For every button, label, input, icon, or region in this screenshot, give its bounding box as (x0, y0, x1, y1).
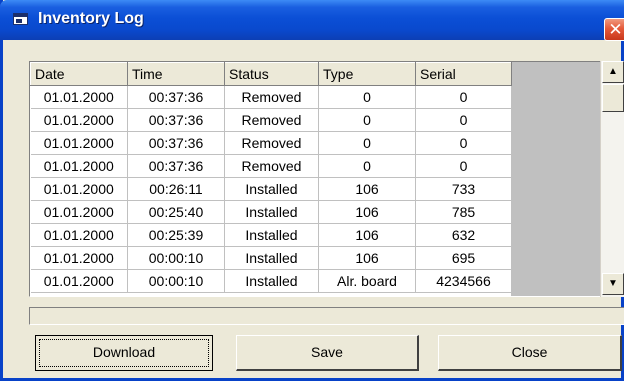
cell-type: 0 (318, 131, 416, 155)
download-button[interactable]: Download (35, 335, 213, 371)
cell-status: Installed (224, 200, 319, 224)
cell-serial: 0 (415, 108, 512, 132)
cell-type: 106 (318, 246, 416, 270)
download-button-label: Download (92, 344, 156, 360)
table-row[interactable]: 01.01.2000 00:37:36 Removed 0 0 (30, 85, 512, 109)
cell-date: 01.01.2000 (30, 223, 128, 247)
inventory-log-table: Date Time Status Type Serial 01.01.2000 … (30, 62, 512, 293)
cell-status: Removed (224, 108, 319, 132)
cell-status: Removed (224, 131, 319, 155)
cell-serial: 0 (415, 131, 512, 155)
cell-serial: 632 (415, 223, 512, 247)
cell-time: 00:25:39 (127, 223, 225, 247)
cell-time: 00:37:36 (127, 108, 225, 132)
cell-type: 106 (318, 223, 416, 247)
save-button-label: Save (311, 344, 343, 360)
scroll-down-arrow-icon[interactable]: ▼ (602, 273, 624, 295)
inventory-log-table-frame: Date Time Status Type Serial 01.01.2000 … (29, 61, 624, 297)
title-bar[interactable]: Inventory Log ✕ (0, 0, 624, 41)
scroll-up-arrow-icon[interactable]: ▲ (602, 61, 624, 83)
column-header-time[interactable]: Time (127, 62, 225, 86)
window-app-icon (13, 13, 28, 25)
cell-time: 00:37:36 (127, 131, 225, 155)
cell-time: 00:26:11 (127, 177, 225, 201)
cell-date: 01.01.2000 (30, 177, 128, 201)
cell-serial: 0 (415, 154, 512, 178)
cell-serial: 733 (415, 177, 512, 201)
cell-date: 01.01.2000 (30, 131, 128, 155)
cell-time: 00:25:40 (127, 200, 225, 224)
cell-date: 01.01.2000 (30, 269, 128, 293)
table-row[interactable]: 01.01.2000 00:26:11 Installed 106 733 (30, 177, 512, 201)
table-row[interactable]: 01.01.2000 00:25:39 Installed 106 632 (30, 223, 512, 247)
cell-time: 00:37:36 (127, 154, 225, 178)
cell-date: 01.01.2000 (30, 154, 128, 178)
close-icon[interactable]: ✕ (604, 18, 624, 41)
cell-date: 01.01.2000 (30, 85, 128, 109)
cell-time: 00:00:10 (127, 269, 225, 293)
cell-status: Installed (224, 269, 319, 293)
column-header-serial[interactable]: Serial (415, 62, 512, 86)
table-row[interactable]: 01.01.2000 00:00:10 Installed 106 695 (30, 246, 512, 270)
window-title: Inventory Log (38, 10, 144, 27)
cell-type: 0 (318, 85, 416, 109)
cell-serial: 785 (415, 200, 512, 224)
cell-date: 01.01.2000 (30, 246, 128, 270)
cell-serial: 0 (415, 85, 512, 109)
cell-time: 00:00:10 (127, 246, 225, 270)
cell-status: Installed (224, 177, 319, 201)
table-row[interactable]: 01.01.2000 00:37:36 Removed 0 0 (30, 131, 512, 155)
cell-serial: 695 (415, 246, 512, 270)
cell-serial: 4234566 (415, 269, 512, 293)
cell-type: 106 (318, 200, 416, 224)
cell-status: Installed (224, 223, 319, 247)
cell-date: 01.01.2000 (30, 108, 128, 132)
column-header-type[interactable]: Type (318, 62, 416, 86)
table-empty-area (511, 62, 601, 296)
table-row[interactable]: 01.01.2000 00:25:40 Installed 106 785 (30, 200, 512, 224)
column-header-date[interactable]: Date (30, 62, 128, 86)
table-row[interactable]: 01.01.2000 00:37:36 Removed 0 0 (30, 108, 512, 132)
close-button[interactable]: Close (438, 335, 622, 371)
cell-status: Removed (224, 154, 319, 178)
close-button-label: Close (511, 344, 548, 360)
table-row[interactable]: 01.01.2000 00:00:10 Installed Alr. board… (30, 269, 512, 293)
table-header-row: Date Time Status Type Serial (30, 62, 512, 86)
scrollbar-thumb[interactable] (602, 84, 624, 112)
cell-type: Alr. board (318, 269, 416, 293)
cell-date: 01.01.2000 (30, 200, 128, 224)
cell-status: Installed (224, 246, 319, 270)
column-header-status[interactable]: Status (224, 62, 319, 86)
cell-type: 106 (318, 177, 416, 201)
cell-status: Removed (224, 85, 319, 109)
table-row[interactable]: 01.01.2000 00:37:36 Removed 0 0 (30, 154, 512, 178)
cell-type: 0 (318, 108, 416, 132)
status-bar (29, 307, 624, 325)
save-button[interactable]: Save (236, 335, 419, 371)
vertical-scrollbar[interactable]: ▲ ▼ (600, 61, 624, 297)
cell-type: 0 (318, 154, 416, 178)
cell-time: 00:37:36 (127, 85, 225, 109)
inventory-log-window: Inventory Log ✕ Date Time Status Type Se… (0, 0, 624, 381)
